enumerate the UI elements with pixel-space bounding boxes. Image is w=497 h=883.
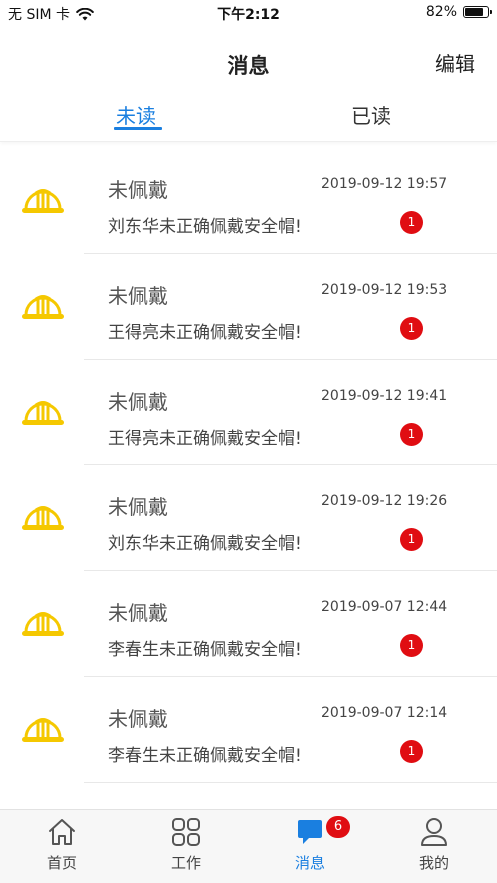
tab-bar-item-work[interactable]: 工作	[124, 816, 248, 880]
tab-bar-item-messages[interactable]: 消息	[248, 816, 372, 880]
tab-bar-label-messages: 消息	[294, 854, 325, 872]
helmet-icon	[22, 506, 64, 531]
home-icon	[49, 819, 75, 845]
unread-badge: 1	[400, 316, 423, 340]
divider	[84, 781, 497, 783]
message-title: 未佩戴	[108, 283, 168, 308]
message-title: 未佩戴	[108, 495, 168, 520]
unread-badge: 1	[400, 528, 423, 552]
messages-count-badge: 6	[326, 816, 350, 838]
message-description: 李春生未正确佩戴安全帽!	[108, 745, 302, 766]
helmet-icon	[22, 612, 64, 637]
tab-bar: 首页 工作 消息 我的 6	[0, 809, 497, 883]
message-time: 2019-09-12 19:57	[321, 176, 448, 192]
message-title: 未佩戴	[108, 178, 168, 202]
tab-bar-item-home[interactable]: 首页	[0, 816, 124, 880]
tab-bar-label-profile: 我的	[418, 854, 449, 872]
status-time: 下午2:12	[217, 7, 280, 23]
battery-level	[465, 8, 484, 16]
battery-percent: 82%	[425, 4, 457, 20]
message-item[interactable]: 未佩戴 2019-09-07 12:44 李春生未正确佩戴安全帽! 1	[0, 571, 497, 677]
unread-badge: 1	[400, 211, 423, 234]
helmet-icon	[22, 717, 64, 742]
message-title: 未佩戴	[108, 601, 168, 626]
tab-unread[interactable]: 未读	[116, 100, 156, 129]
message-time: 2019-09-07 12:44	[321, 599, 448, 616]
message-title: 未佩戴	[108, 389, 168, 414]
edit-button[interactable]: 编辑	[435, 48, 475, 77]
message-description: 刘东华未正确佩戴安全帽!	[108, 534, 302, 555]
message-time: 2019-09-12 19:41	[321, 387, 448, 404]
tab-bar-item-profile[interactable]: 我的	[372, 816, 496, 880]
message-item[interactable]: 未佩戴 2019-09-12 19:57 刘东华未正确佩戴安全帽! 1	[0, 148, 497, 254]
battery-icon	[463, 6, 492, 18]
chat-icon	[298, 820, 322, 844]
message-time: 2019-09-07 12:14	[321, 704, 448, 721]
unread-badge: 1	[400, 739, 423, 763]
helmet-icon	[22, 294, 64, 319]
status-right: 82%	[425, 4, 492, 20]
message-item[interactable]: 未佩戴 2019-09-12 19:26 刘东华未正确佩戴安全帽! 1	[0, 465, 497, 572]
status-bar: 无 SIM 卡 下午2:12 82%	[0, 0, 497, 26]
unread-badge: 1	[400, 422, 423, 446]
message-title: 未佩戴	[108, 706, 168, 731]
person-icon	[421, 818, 447, 846]
page-title: 消息	[227, 54, 270, 78]
message-item[interactable]: 未佩戴 2019-09-12 19:41 王得亮未正确佩戴安全帽! 1	[0, 360, 497, 466]
grid-icon	[172, 818, 200, 846]
message-item[interactable]: 未佩戴 2019-09-07 12:14 李春生未正确佩戴安全帽! 1	[0, 677, 497, 783]
helmet-icon	[22, 189, 64, 213]
message-time: 2019-09-12 19:26	[321, 493, 448, 510]
message-time: 2019-09-12 19:53	[321, 281, 448, 298]
helmet-icon	[22, 400, 64, 425]
message-item[interactable]: 未佩戴 2019-09-12 19:53 王得亮未正确佩戴安全帽! 1	[0, 254, 497, 360]
message-list: 未佩戴 2019-09-12 19:57 刘东华未正确佩戴安全帽! 1 未佩戴 …	[0, 148, 497, 783]
active-tab-indicator	[114, 127, 162, 130]
tab-bar-label-home: 首页	[46, 854, 77, 872]
message-tabs: 未读 已读	[0, 96, 497, 142]
message-description: 刘东华未正确佩戴安全帽!	[108, 217, 302, 237]
message-description: 王得亮未正确佩戴安全帽!	[108, 428, 302, 449]
message-description: 王得亮未正确佩戴安全帽!	[108, 322, 302, 343]
unread-badge: 1	[400, 634, 423, 658]
tab-read[interactable]: 已读	[351, 100, 391, 129]
message-description: 李春生未正确佩戴安全帽!	[108, 640, 302, 661]
tab-bar-label-work: 工作	[170, 854, 201, 872]
nav-bar: 消息 编辑	[0, 40, 497, 88]
